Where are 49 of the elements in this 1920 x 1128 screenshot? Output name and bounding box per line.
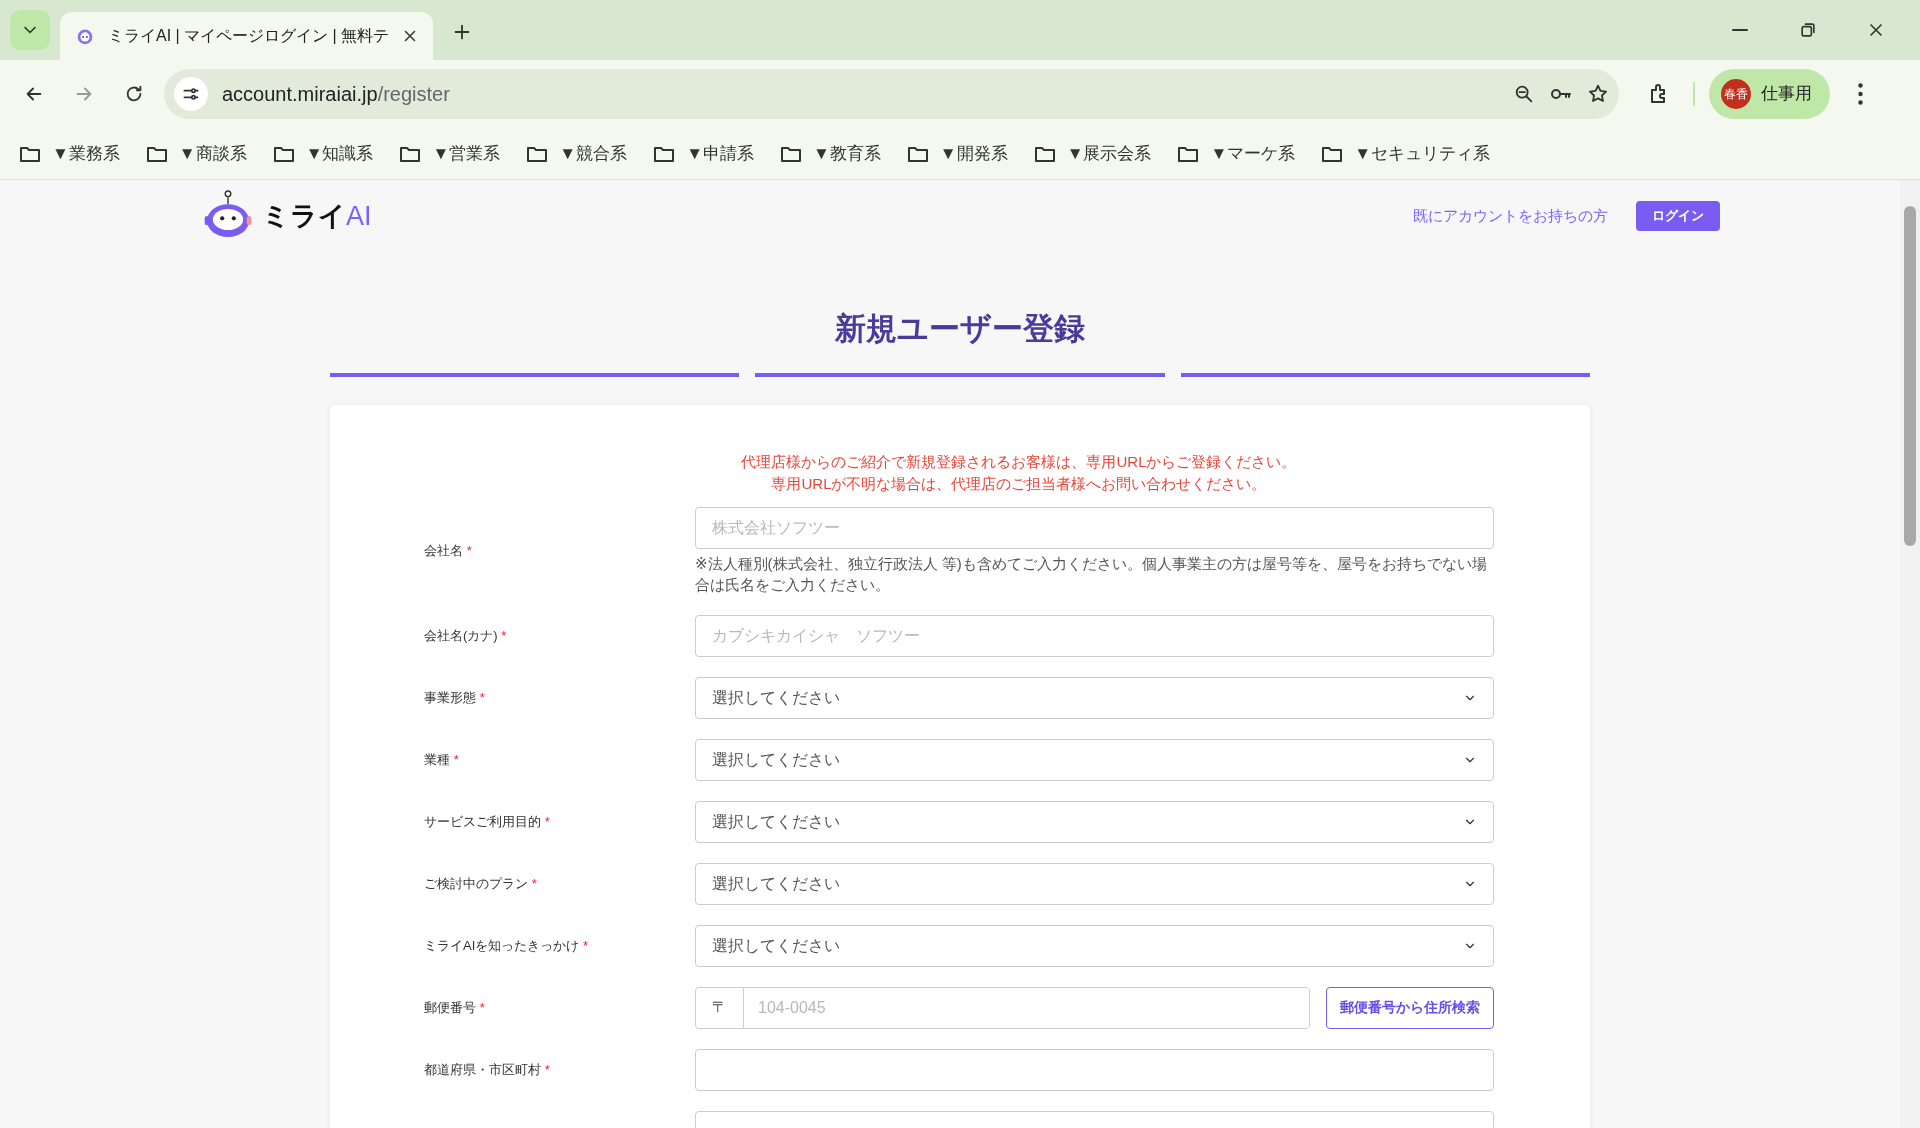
text-input[interactable]: 株式会社ソフツー xyxy=(695,506,1494,549)
address-search-button[interactable]: 郵便番号から住所検索 xyxy=(1326,986,1494,1029)
field-label: ご検討中のプラン * xyxy=(424,875,537,891)
scrollbar-thumb[interactable] xyxy=(1904,206,1916,546)
field-label: 業種 * xyxy=(424,751,459,767)
text-input[interactable]: カブシキカイシャ ソフツー xyxy=(695,614,1494,657)
page-title: 新規ユーザー登録 xyxy=(834,310,1086,348)
account-link[interactable]: 既にアカウントをお持ちの方 xyxy=(1413,204,1608,228)
bookmark-folder[interactable]: ▼申請系 xyxy=(652,140,754,167)
select-field[interactable]: 選択してください xyxy=(695,800,1494,843)
postal-code-field[interactable]: 〒 104-0045 xyxy=(695,986,1310,1029)
logo-text: ミライAI xyxy=(262,199,372,233)
bookmark-folder[interactable]: ▼知識系 xyxy=(271,140,374,167)
select-field[interactable]: 選択してください xyxy=(695,738,1494,781)
scrollbar[interactable] xyxy=(1900,180,1920,1128)
minimize-icon xyxy=(1731,29,1749,31)
bookmark-folder[interactable]: ▼商談系 xyxy=(144,140,247,167)
bookmark-folder[interactable]: ▼教育系 xyxy=(778,140,881,167)
zoom-out-icon[interactable] xyxy=(1513,83,1535,105)
field-label: 都道府県・市区町村 * xyxy=(424,1061,550,1077)
bookmark-folder[interactable]: ▼展示会系 xyxy=(1032,140,1152,167)
profile-button[interactable]: 春香 仕事用 xyxy=(1709,69,1830,119)
select-field[interactable]: 選択してください xyxy=(695,924,1494,967)
star-icon[interactable] xyxy=(1587,83,1609,105)
bookmark-folder[interactable]: ▼マーケ系 xyxy=(1176,140,1296,167)
bookmark-folder[interactable]: ▼業務系 xyxy=(18,140,120,167)
select-field[interactable]: 選択してください xyxy=(695,862,1494,905)
login-button[interactable]: ログイン xyxy=(1636,201,1720,231)
tab-title: ミライAI | マイページログイン | 無料テ xyxy=(108,26,390,46)
help-text: ※法人種別(株式会社、独立行政法人 等)も含めてご入力ください。個人事業主の方は屋号等を、屋号をお持ちでない場合は氏名をご入力ください。 xyxy=(695,553,1488,595)
browser-tab[interactable]: ミライAI | マイページログイン | 無料テ xyxy=(60,12,434,60)
bookmark-folder[interactable]: ▼競合系 xyxy=(525,140,628,167)
text-input[interactable] xyxy=(695,1048,1494,1091)
field-label: ミライAIを知ったきっかけ * xyxy=(424,937,588,953)
bookmark-folder[interactable]: ▼営業系 xyxy=(398,140,501,167)
more-vertical-icon xyxy=(1857,83,1863,105)
restore-icon xyxy=(1798,20,1818,40)
field-label: 郵便番号 * xyxy=(424,999,485,1015)
bookmark-folder[interactable]: ▼セキュリティ系 xyxy=(1320,140,1491,167)
field-label: 会社名(カナ) * xyxy=(424,627,507,643)
url-text: account.miraiai.jp/register xyxy=(222,82,451,107)
field-label: サービスご利用目的 * xyxy=(424,813,550,829)
field-label: 会社名 * xyxy=(424,542,472,558)
address-bar[interactable]: account.miraiai.jp/register xyxy=(164,69,1619,119)
select-field[interactable]: 選択してください xyxy=(695,676,1494,719)
field-label: 事業形態 * xyxy=(424,689,485,705)
notice-text: 代理店様からのご紹介で新規登録されるお客様は、専用URLからご登録ください。 専用URLが不明な場合は、代理店のご担当者様へお問い合わせください。 xyxy=(740,451,1298,494)
avatar: 春香 xyxy=(1721,79,1751,109)
bookmark-folder[interactable]: ▼開発系 xyxy=(905,140,1008,167)
